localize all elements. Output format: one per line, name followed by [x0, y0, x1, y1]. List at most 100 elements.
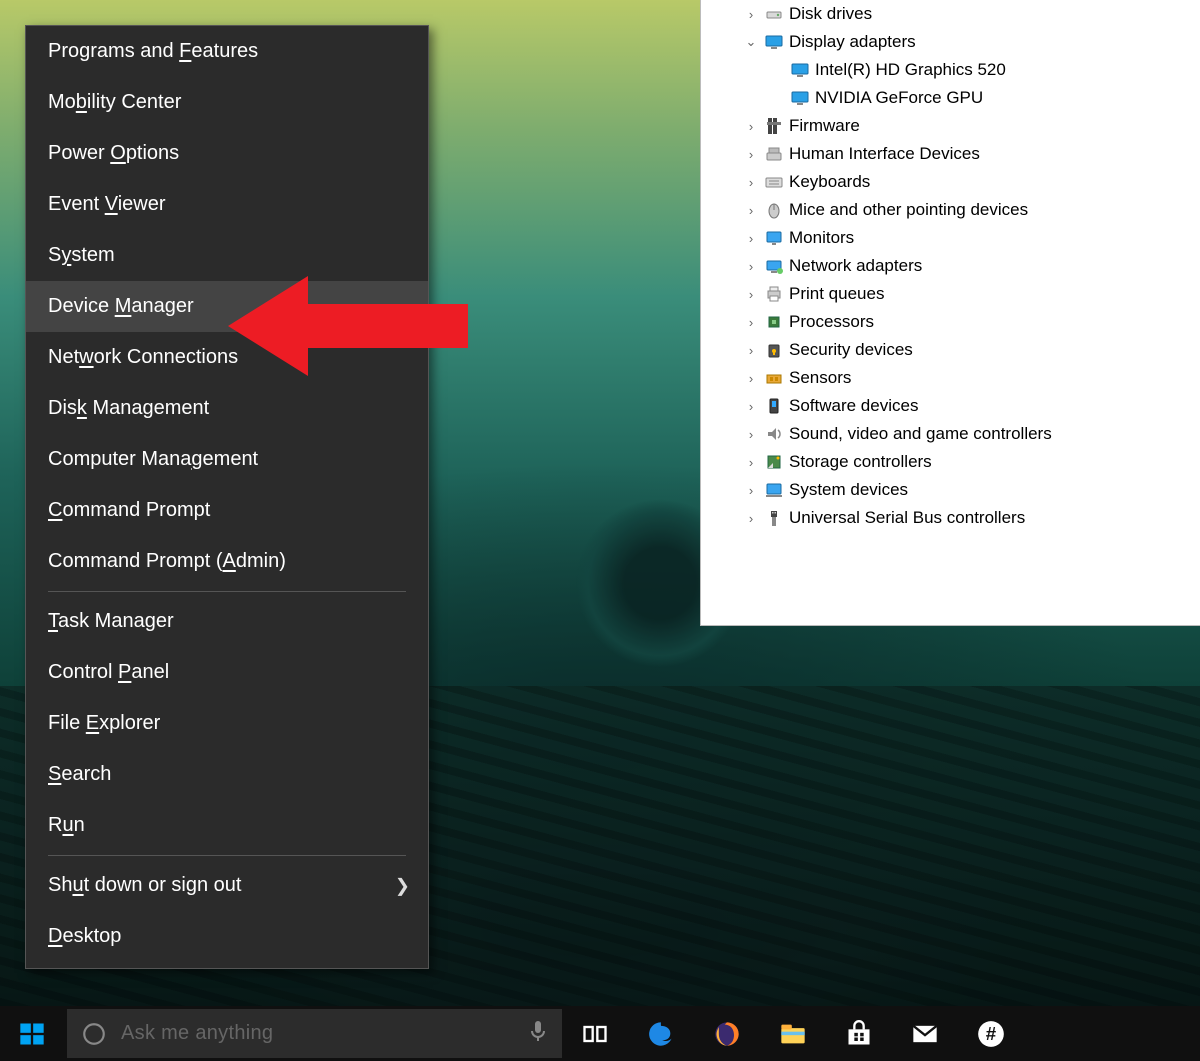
tree-expand-icon[interactable]: › — [743, 259, 759, 274]
tree-expand-icon[interactable]: › — [743, 427, 759, 442]
winx-item-7[interactable]: Disk Management — [26, 383, 428, 434]
menu-item-label: Search — [48, 763, 111, 786]
winx-item-14[interactable]: File Explorer — [26, 698, 428, 749]
hash-icon: # — [977, 1020, 1005, 1048]
menu-item-label: Mobility Center — [48, 91, 181, 114]
tree-expand-icon[interactable]: › — [743, 455, 759, 470]
microphone-icon[interactable] — [528, 1019, 548, 1049]
winx-item-10[interactable]: Command Prompt (Admin) — [26, 536, 428, 587]
winx-item-16[interactable]: Run — [26, 800, 428, 851]
mail-icon — [911, 1020, 939, 1048]
firefox-icon — [713, 1020, 741, 1048]
menu-item-label: Run — [48, 814, 85, 837]
software-icon — [765, 397, 783, 415]
tree-expand-icon[interactable]: › — [743, 343, 759, 358]
devmgr-node-1[interactable]: ⌄ Display adapters — [701, 28, 1200, 56]
taskbar-explorer-button[interactable] — [760, 1006, 826, 1061]
display-icon — [765, 33, 783, 51]
devmgr-node-13[interactable]: › Sensors — [701, 364, 1200, 392]
devmgr-node-label: Sensors — [789, 368, 851, 388]
winx-item-9[interactable]: Command Prompt — [26, 485, 428, 536]
device-manager-tree: ›Disk drives ⌄ Display adapters Intel(R) HD… — [700, 0, 1200, 626]
tree-expand-icon[interactable]: › — [743, 175, 759, 190]
winx-item-1[interactable]: Mobility Center — [26, 77, 428, 128]
tree-expand-icon[interactable]: › — [743, 119, 759, 134]
sensor-icon — [765, 369, 783, 387]
firmware-icon — [765, 117, 783, 135]
devmgr-node-11[interactable]: ›Processors — [701, 308, 1200, 336]
tree-expand-icon[interactable]: › — [743, 147, 759, 162]
taskbar-edge-button[interactable] — [628, 1006, 694, 1061]
devmgr-node-label: Network adapters — [789, 256, 922, 276]
devmgr-node-17[interactable]: ›System devices — [701, 476, 1200, 504]
winx-item-8[interactable]: Computer Management — [26, 434, 428, 485]
menu-item-label: Programs and Features — [48, 40, 258, 63]
tree-expand-icon[interactable]: › — [743, 371, 759, 386]
menu-item-label: System — [48, 244, 115, 267]
devmgr-node-label: Software devices — [789, 396, 918, 416]
taskview-icon — [581, 1020, 609, 1048]
taskbar-hash-button[interactable]: # — [958, 1006, 1024, 1061]
winx-item-0[interactable]: Programs and Features — [26, 26, 428, 77]
winx-item-6[interactable]: Network Connections — [26, 332, 428, 383]
devmgr-node-label: Human Interface Devices — [789, 144, 980, 164]
devmgr-node-16[interactable]: ›Storage controllers — [701, 448, 1200, 476]
display-icon — [791, 89, 809, 107]
cortana-search-box[interactable]: Ask me anything — [67, 1009, 562, 1058]
devmgr-node-14[interactable]: › Software devices — [701, 392, 1200, 420]
tree-expand-icon[interactable]: › — [743, 203, 759, 218]
tree-expand-icon[interactable]: › — [743, 483, 759, 498]
chevron-right-icon: ❯ — [395, 875, 410, 896]
devmgr-node-2[interactable]: Intel(R) HD Graphics 520 — [701, 56, 1200, 84]
winx-item-4[interactable]: System — [26, 230, 428, 281]
devmgr-node-9[interactable]: › Network adapters — [701, 252, 1200, 280]
devmgr-node-12[interactable]: ›Security devices — [701, 336, 1200, 364]
devmgr-node-8[interactable]: ›Monitors — [701, 224, 1200, 252]
devmgr-node-4[interactable]: ›Firmware — [701, 112, 1200, 140]
cortana-circle-icon — [81, 1021, 107, 1047]
winx-item-2[interactable]: Power Options — [26, 128, 428, 179]
winx-item-15[interactable]: Search — [26, 749, 428, 800]
winx-item-19[interactable]: Desktop — [26, 911, 428, 962]
devmgr-node-5[interactable]: › Human Interface Devices — [701, 140, 1200, 168]
menu-separator — [48, 855, 406, 856]
taskbar: Ask me anything # — [0, 1006, 1200, 1061]
tree-expand-icon[interactable]: › — [743, 315, 759, 330]
start-button[interactable] — [0, 1006, 64, 1061]
tree-collapse-icon[interactable]: ⌄ — [743, 34, 759, 50]
devmgr-node-3[interactable]: NVIDIA GeForce GPU — [701, 84, 1200, 112]
winx-item-3[interactable]: Event Viewer — [26, 179, 428, 230]
winx-item-5[interactable]: Device Manager — [26, 281, 428, 332]
security-icon — [765, 341, 783, 359]
winx-item-13[interactable]: Control Panel — [26, 647, 428, 698]
tree-expand-icon[interactable]: › — [743, 7, 759, 22]
devmgr-node-10[interactable]: › Print queues — [701, 280, 1200, 308]
menu-item-label: Computer Management — [48, 448, 258, 471]
devmgr-node-6[interactable]: ›Keyboards — [701, 168, 1200, 196]
devmgr-node-15[interactable]: ›Sound, video and game controllers — [701, 420, 1200, 448]
taskbar-store-button[interactable] — [826, 1006, 892, 1061]
menu-item-label: Command Prompt — [48, 499, 210, 522]
menu-item-label: Shut down or sign out — [48, 874, 241, 897]
display-icon — [791, 61, 809, 79]
network-icon — [765, 257, 783, 275]
devmgr-node-label: Print queues — [789, 284, 884, 304]
devmgr-node-label: Display adapters — [789, 32, 916, 52]
devmgr-node-7[interactable]: ›Mice and other pointing devices — [701, 196, 1200, 224]
winx-item-12[interactable]: Task Manager — [26, 596, 428, 647]
menu-item-label: Task Manager — [48, 610, 174, 633]
tree-expand-icon[interactable]: › — [743, 287, 759, 302]
devmgr-node-0[interactable]: ›Disk drives — [701, 0, 1200, 28]
taskbar-mail-button[interactable] — [892, 1006, 958, 1061]
disk-icon — [765, 5, 783, 23]
taskbar-firefox-button[interactable] — [694, 1006, 760, 1061]
taskbar-taskview-button[interactable] — [562, 1006, 628, 1061]
tree-expand-icon[interactable]: › — [743, 399, 759, 414]
winx-item-18[interactable]: Shut down or sign out ❯ — [26, 860, 428, 911]
devmgr-node-18[interactable]: ›Universal Serial Bus controllers — [701, 504, 1200, 532]
tree-expand-icon[interactable]: › — [743, 511, 759, 526]
tree-expand-icon[interactable]: › — [743, 231, 759, 246]
store-icon — [845, 1020, 873, 1048]
menu-item-label: Network Connections — [48, 346, 238, 369]
cpu-icon — [765, 313, 783, 331]
